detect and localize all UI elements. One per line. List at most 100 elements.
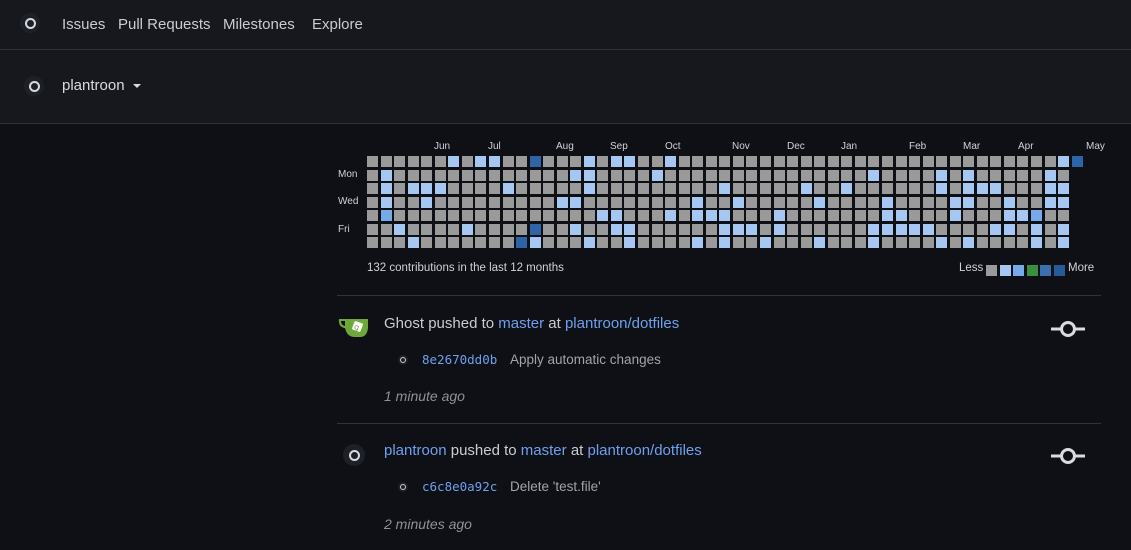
heatmap-cell[interactable] (692, 223, 704, 235)
heatmap-cell[interactable] (936, 237, 948, 249)
heatmap-cell[interactable] (461, 223, 473, 235)
heatmap-cell[interactable] (760, 223, 771, 235)
heatmap-cell[interactable] (1003, 183, 1015, 195)
heatmap-cell[interactable] (1003, 196, 1015, 208)
heatmap-cell[interactable] (922, 183, 934, 195)
heatmap-cell[interactable] (394, 156, 406, 167)
heatmap-cell[interactable] (814, 223, 826, 235)
heatmap-cell[interactable] (543, 169, 555, 181)
heatmap-cell[interactable] (746, 156, 758, 167)
heatmap-cell[interactable] (367, 237, 378, 249)
heatmap-cell[interactable] (787, 196, 799, 208)
heatmap-cell[interactable] (1058, 156, 1070, 167)
heatmap-cell[interactable] (1031, 183, 1042, 195)
heatmap-cell[interactable] (949, 210, 961, 222)
heatmap-cell[interactable] (448, 169, 460, 181)
heatmap-cell[interactable] (1003, 223, 1015, 235)
heatmap-cell[interactable] (638, 223, 649, 235)
heatmap-cell[interactable] (380, 210, 392, 222)
heatmap-cell[interactable] (990, 196, 1002, 208)
heatmap-cell[interactable] (583, 223, 595, 235)
actor-link[interactable]: plantroon (384, 442, 447, 459)
heatmap-cell[interactable] (963, 237, 975, 249)
heatmap-cell[interactable] (773, 223, 785, 235)
heatmap-cell[interactable] (516, 156, 528, 167)
heatmap-cell[interactable] (488, 196, 500, 208)
heatmap-cell[interactable] (827, 237, 839, 249)
heatmap-cell[interactable] (407, 237, 419, 249)
heatmap-cell[interactable] (719, 169, 731, 181)
heatmap-cell[interactable] (448, 196, 460, 208)
heatmap-cell[interactable] (678, 183, 690, 195)
heatmap-cell[interactable] (367, 169, 378, 181)
heatmap-cell[interactable] (705, 210, 717, 222)
heatmap-cell[interactable] (1031, 223, 1042, 235)
heatmap-cell[interactable] (922, 156, 934, 167)
heatmap-cell[interactable] (461, 210, 473, 222)
heatmap-cell[interactable] (949, 156, 961, 167)
heatmap-cell[interactable] (1017, 237, 1029, 249)
heatmap-cell[interactable] (638, 169, 649, 181)
heatmap-cell[interactable] (719, 156, 731, 167)
heatmap-cell[interactable] (990, 210, 1002, 222)
heatmap-cell[interactable] (841, 156, 853, 167)
heatmap-cell[interactable] (651, 156, 663, 167)
heatmap-cell[interactable] (841, 183, 853, 195)
heatmap-cell[interactable] (597, 237, 609, 249)
heatmap-cell[interactable] (922, 237, 934, 249)
heatmap-cell[interactable] (895, 237, 907, 249)
heatmap-cell[interactable] (963, 169, 975, 181)
heatmap-cell[interactable] (380, 156, 392, 167)
heatmap-cell[interactable] (543, 196, 555, 208)
heatmap-cell[interactable] (1044, 223, 1056, 235)
heatmap-cell[interactable] (461, 196, 473, 208)
heatmap-cell[interactable] (394, 210, 406, 222)
heatmap-cell[interactable] (1058, 196, 1070, 208)
heatmap-cell[interactable] (787, 169, 799, 181)
heatmap-cell[interactable] (760, 210, 771, 222)
heatmap-cell[interactable] (367, 210, 378, 222)
heatmap-cell[interactable] (1058, 183, 1070, 195)
heatmap-cell[interactable] (990, 183, 1002, 195)
heatmap-cell[interactable] (936, 210, 948, 222)
heatmap-cell[interactable] (624, 169, 636, 181)
heatmap-cell[interactable] (773, 237, 785, 249)
heatmap-cell[interactable] (638, 196, 649, 208)
heatmap-cell[interactable] (516, 196, 528, 208)
heatmap-cell[interactable] (421, 237, 433, 249)
heatmap-cell[interactable] (448, 210, 460, 222)
heatmap-cell[interactable] (976, 169, 988, 181)
heatmap-cell[interactable] (868, 156, 880, 167)
heatmap-cell[interactable] (976, 196, 988, 208)
heatmap-cell[interactable] (367, 156, 378, 167)
heatmap-cell[interactable] (610, 237, 622, 249)
heatmap-cell[interactable] (827, 183, 839, 195)
heatmap-cell[interactable] (1017, 210, 1029, 222)
heatmap-cell[interactable] (597, 210, 609, 222)
heatmap-cell[interactable] (1003, 237, 1015, 249)
heatmap-cell[interactable] (746, 196, 758, 208)
heatmap-cell[interactable] (529, 210, 541, 222)
heatmap-cell[interactable] (434, 237, 446, 249)
heatmap-cell[interactable] (936, 223, 948, 235)
heatmap-cell[interactable] (976, 223, 988, 235)
heatmap-cell[interactable] (678, 237, 690, 249)
nav-explore[interactable]: Explore (312, 16, 363, 33)
heatmap-cell[interactable] (407, 223, 419, 235)
heatmap-cell[interactable] (516, 210, 528, 222)
heatmap-cell[interactable] (597, 183, 609, 195)
heatmap-cell[interactable] (909, 156, 920, 167)
user-avatar-icon[interactable] (343, 444, 365, 466)
heatmap-cell[interactable] (502, 210, 514, 222)
heatmap-cell[interactable] (488, 156, 500, 167)
heatmap-cell[interactable] (814, 196, 826, 208)
heatmap-cell[interactable] (787, 210, 799, 222)
heatmap-cell[interactable] (665, 223, 677, 235)
heatmap-cell[interactable] (543, 183, 555, 195)
heatmap-cell[interactable] (936, 183, 948, 195)
repo-link[interactable]: plantroon/dotfiles (565, 315, 679, 332)
heatmap-cell[interactable] (651, 237, 663, 249)
heatmap-cell[interactable] (461, 237, 473, 249)
heatmap-cell[interactable] (760, 183, 771, 195)
heatmap-cell[interactable] (895, 210, 907, 222)
